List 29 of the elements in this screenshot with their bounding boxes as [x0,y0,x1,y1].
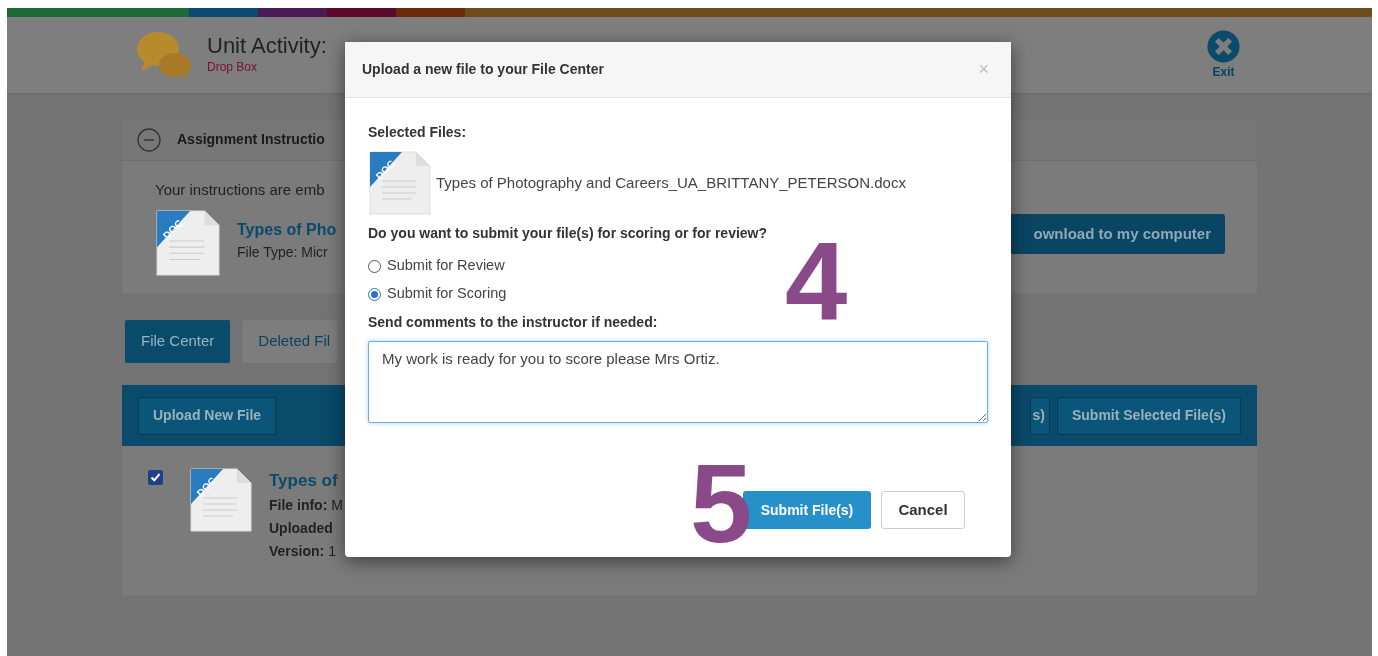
panel-title: Assignment Instructio [177,130,325,149]
page-title: Unit Activity: [207,33,327,59]
question-label: Do you want to submit your file(s) for scoring or for review? [368,224,769,243]
dialog-title: Upload a new file to your File Center [362,60,604,79]
cancel-button[interactable]: Cancel [881,491,965,529]
toolbar-button[interactable]: Upload New File [138,396,277,435]
file-detail: Version: 1 [269,541,337,561]
checkbox[interactable] [148,470,163,485]
download-button[interactable]: ownload to my computer [1010,214,1225,254]
tab[interactable]: File Center [124,319,232,364]
step-number: 4 [785,226,848,338]
file-name: Types of Photography and Careers_UA_BRITTANY_PETERSON.docx [436,172,906,193]
toolbar-button[interactable]: Submit Selected File(s) [1056,396,1241,435]
instructions-text: Your instructions are emb [155,180,326,200]
file-link[interactable]: Types of [269,468,343,494]
section-label: Send comments to the instructor if needed: [368,313,659,332]
page-subtitle: Drop Box [207,59,259,77]
comment-field[interactable]: My work is ready for you to score please Mrs Ortiz. [368,341,988,423]
file-link[interactable]: Types of Pho [237,217,337,242]
collapse-icon[interactable] [137,127,161,152]
file-type: File Type: Micr [237,242,329,262]
speech-bubbles-icon [137,30,191,80]
radio-label[interactable]: Submit for Scoring [387,283,507,305]
toolbar-button[interactable]: s) [1029,396,1050,435]
file-detail: File info: M [269,495,343,515]
section-label: Selected Files: [368,123,468,142]
file-detail: Uploaded [269,518,334,538]
tab[interactable]: Deleted Fil [241,319,339,364]
radio-label[interactable]: Submit for Review [387,255,505,277]
